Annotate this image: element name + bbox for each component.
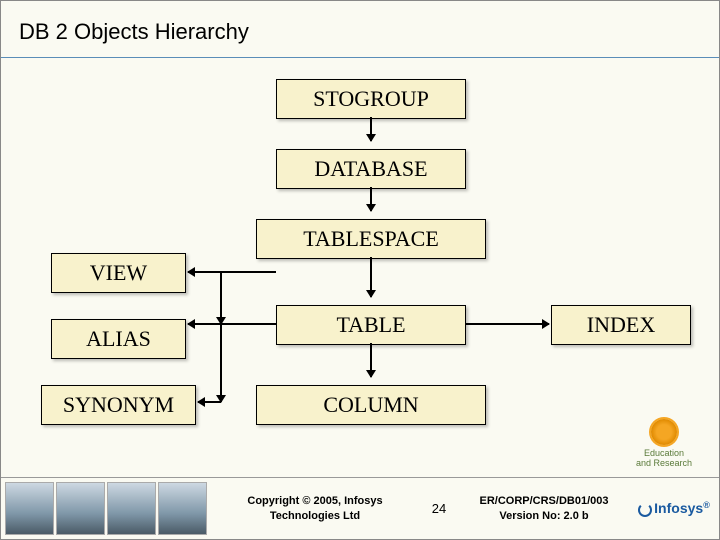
node-stogroup: STOGROUP <box>276 79 466 119</box>
arrow-table-index <box>466 323 549 325</box>
page-title: DB 2 Objects Hierarchy <box>1 1 719 45</box>
footer-photo <box>5 482 54 535</box>
footer-photo <box>158 482 207 535</box>
badge-line2: and Research <box>629 459 699 469</box>
node-alias: ALIAS <box>51 319 186 359</box>
footer-reference: ER/CORP/CRS/DB01/003 Version No: 2.0 b <box>459 494 629 523</box>
arrow-table-view-v <box>220 271 222 324</box>
arrow-table-synonym-tip <box>198 401 221 403</box>
footer: Copyright © 2005, Infosys Technologies L… <box>1 477 719 539</box>
footer-photo <box>56 482 105 535</box>
arrow-table-column <box>370 343 372 377</box>
footer-logo: Infosys® <box>629 500 719 516</box>
arrow-table-alias <box>188 323 276 325</box>
footer-page-number: 24 <box>419 501 459 516</box>
arrow-table-view-h <box>221 271 276 273</box>
node-column: COLUMN <box>256 385 486 425</box>
education-badge: Education and Research <box>629 419 699 469</box>
node-table: TABLE <box>276 305 466 345</box>
ref-line1: ER/CORP/CRS/DB01/003 <box>459 494 629 508</box>
node-tablespace: TABLESPACE <box>256 219 486 259</box>
ref-line2: Version No: 2.0 b <box>459 509 629 523</box>
logo-text: Infosys <box>654 500 703 516</box>
arrow-table-synonym-v <box>220 323 222 402</box>
copyright-line1: Copyright © 2005, Infosys <box>211 494 419 508</box>
arrow-table-view-tip <box>188 271 221 273</box>
footer-photo <box>107 482 156 535</box>
copyright-line2: Technologies Ltd <box>211 509 419 523</box>
arrow-stogroup-database <box>370 117 372 141</box>
node-index: INDEX <box>551 305 691 345</box>
footer-copyright: Copyright © 2005, Infosys Technologies L… <box>211 494 419 523</box>
node-view: VIEW <box>51 253 186 293</box>
arrow-tablespace-table <box>370 257 372 297</box>
title-rule <box>1 57 719 58</box>
sun-icon <box>651 419 677 445</box>
node-synonym: SYNONYM <box>41 385 196 425</box>
registered-icon: ® <box>703 500 710 510</box>
arrow-database-tablespace <box>370 187 372 211</box>
footer-photos <box>1 478 211 539</box>
swirl-icon <box>638 503 652 517</box>
node-database: DATABASE <box>276 149 466 189</box>
